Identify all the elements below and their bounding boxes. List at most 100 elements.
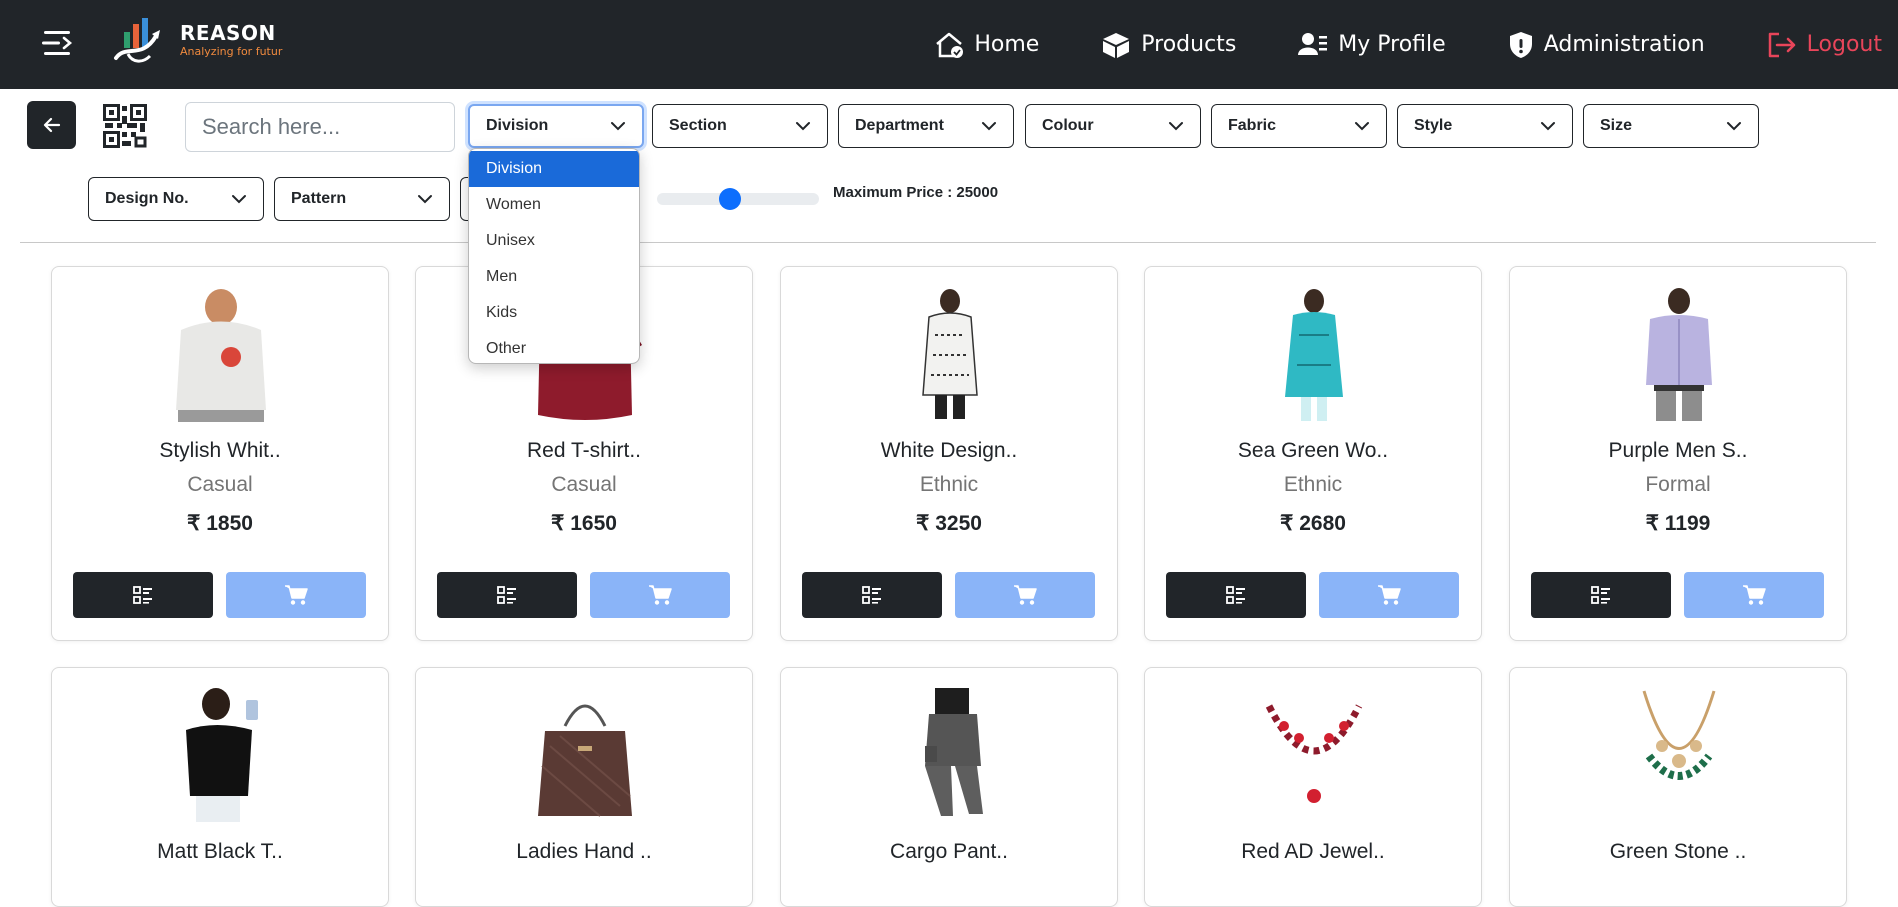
product-card[interactable]: Cargo Pant.. [780,667,1118,907]
nav-links: Home Products My Profile Administration … [934,0,1898,89]
division-option-unisex[interactable]: Unisex [469,223,639,259]
view-details-button[interactable] [437,572,577,618]
product-price: ₹ 1850 [187,512,253,535]
colour-select[interactable]: Colour [1025,104,1201,148]
product-card[interactable]: Red AD Jewel.. [1144,667,1482,907]
chevron-down-icon [1727,122,1741,131]
add-to-cart-button[interactable] [590,572,730,618]
nav-my-profile[interactable]: My Profile [1298,31,1446,59]
product-image[interactable] [1614,686,1744,824]
product-price: ₹ 2680 [1280,512,1346,535]
brand-logo-icon [114,18,160,63]
product-name[interactable]: Red AD Jewel.. [1145,840,1481,864]
fabric-select[interactable]: Fabric [1211,104,1387,148]
product-name[interactable]: Sea Green Wo.. [1145,439,1481,463]
product-category: Ethnic [1283,473,1343,496]
product-name[interactable]: Red T-shirt.. [416,439,752,463]
details-list-icon [1226,586,1245,604]
add-to-cart-button[interactable] [1319,572,1459,618]
qr-code-icon[interactable] [103,104,147,148]
sidebar-toggle-icon[interactable] [40,28,76,58]
size-select-value: Size [1600,117,1633,134]
nav-home[interactable]: Home [934,31,1039,59]
division-select[interactable]: Division [468,104,644,148]
nav-products[interactable]: Products [1101,31,1236,59]
chevron-down-icon [232,195,246,204]
product-name[interactable]: White Design.. [781,439,1117,463]
product-card[interactable]: Purple Men S.. Formal ₹ 1199 [1509,266,1847,641]
product-name[interactable]: Cargo Pant.. [781,840,1117,864]
department-select[interactable]: Department [838,104,1014,148]
max-price-label: Maximum Price : 25000 [833,184,999,201]
division-option-other[interactable]: Other [469,331,639,363]
product-name[interactable]: Purple Men S.. [1510,439,1846,463]
product-image[interactable] [156,285,286,423]
division-option-men[interactable]: Men [469,259,639,295]
nav-logout[interactable]: Logout [1767,31,1882,59]
add-to-cart-button[interactable] [1684,572,1824,618]
details-list-icon [1591,586,1610,604]
nav-logout-label: Logout [1806,32,1882,57]
style-select-value: Style [1414,117,1453,134]
division-option-women[interactable]: Women [469,187,639,223]
nav-home-label: Home [974,32,1040,57]
chevron-down-icon [1355,122,1369,131]
design-no-select[interactable]: Design No. [88,177,264,221]
box-icon [1103,32,1130,58]
cart-icon [1014,585,1037,605]
details-list-icon [862,586,881,604]
search-input[interactable] [185,102,455,152]
details-list-icon [133,586,152,604]
brand-tagline: Analyzing for futur [180,45,283,58]
view-details-button[interactable] [1531,572,1671,618]
chevron-down-icon [1541,122,1555,131]
view-details-button[interactable] [1166,572,1306,618]
filter-divider [20,242,1876,243]
section-select[interactable]: Section [652,104,828,148]
cart-icon [1743,585,1766,605]
product-image[interactable] [885,285,1015,423]
product-image[interactable] [885,686,1015,824]
product-card[interactable]: Sea Green Wo.. Ethnic ₹ 2680 [1144,266,1482,641]
product-name[interactable]: Green Stone .. [1510,840,1846,864]
division-option-division[interactable]: Division [469,151,639,187]
product-image[interactable] [1614,285,1744,423]
nav-administration-label: Administration [1543,32,1705,57]
section-select-value: Section [669,117,727,134]
home-icon [936,32,964,58]
product-name[interactable]: Matt Black T.. [52,840,388,864]
product-card[interactable]: White Design.. Ethnic ₹ 3250 [780,266,1118,641]
product-category: Formal [1645,473,1711,496]
product-name[interactable]: Ladies Hand .. [416,840,752,864]
add-to-cart-button[interactable] [226,572,366,618]
division-select-value: Division [486,117,549,134]
add-to-cart-button[interactable] [955,572,1095,618]
pattern-select[interactable]: Pattern [274,177,450,221]
brand-logo[interactable]: REASON Analyzing for futur [112,14,282,66]
view-details-button[interactable] [73,572,213,618]
nav-administration[interactable]: Administration [1508,31,1705,59]
product-card[interactable]: Matt Black T.. [51,667,389,907]
chevron-down-icon [982,122,996,131]
price-slider[interactable] [657,188,819,210]
product-image[interactable] [1249,686,1379,824]
size-select[interactable]: Size [1583,104,1759,148]
product-name[interactable]: Stylish Whit.. [52,439,388,463]
division-option-kids[interactable]: Kids [469,295,639,331]
shield-icon [1509,31,1532,58]
style-select[interactable]: Style [1397,104,1573,148]
details-list-icon [497,586,516,604]
price-slider-thumb[interactable] [718,188,741,210]
product-image[interactable] [156,686,286,824]
product-image[interactable] [1249,285,1379,423]
back-button[interactable] [27,101,76,149]
arrow-left-icon [43,117,60,133]
product-card[interactable]: Green Stone .. [1509,667,1847,907]
product-category: Casual [551,473,617,496]
product-image[interactable] [520,686,650,824]
product-card[interactable]: Ladies Hand .. [415,667,753,907]
view-details-button[interactable] [802,572,942,618]
logout-icon [1768,32,1795,57]
product-card[interactable]: Stylish Whit.. Casual ₹ 1850 [51,266,389,641]
fabric-select-value: Fabric [1228,117,1277,134]
